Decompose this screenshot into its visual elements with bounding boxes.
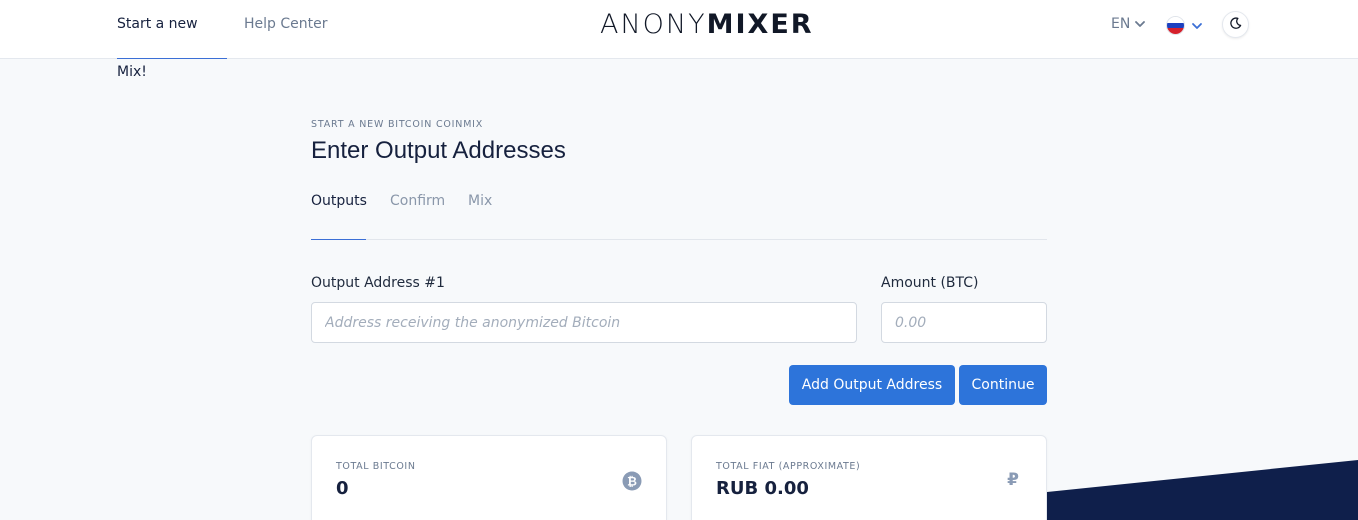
tab-mix[interactable]: Mix <box>468 193 492 240</box>
chevron-down-icon <box>1134 18 1146 30</box>
logo-bold-text: MIXER <box>706 9 814 40</box>
tab-outputs[interactable]: Outputs <box>311 193 367 240</box>
anonymixer-logo[interactable]: ANONYMIXER <box>600 9 814 40</box>
ruble-icon: ₽ <box>1005 469 1021 493</box>
total-bitcoin-card: TOTAL BITCOIN 0 ₿ <box>311 435 667 520</box>
total-fiat-value: RUB 0.00 <box>716 478 809 499</box>
svg-text:₽: ₽ <box>1007 470 1019 489</box>
page-eyebrow: START A NEW BITCOIN COINMIX <box>311 119 484 130</box>
continue-button[interactable]: Continue <box>959 365 1047 405</box>
top-header: Start a new Mix! Help Center ANONYMIXER … <box>0 0 1358 80</box>
amount-label: Amount (BTC) <box>881 275 979 291</box>
logo-light-text: ANONY <box>600 9 707 40</box>
add-output-address-button[interactable]: Add Output Address <box>789 365 955 405</box>
total-fiat-label: TOTAL FIAT (APPROXIMATE) <box>716 461 861 472</box>
total-bitcoin-label: TOTAL BITCOIN <box>336 461 416 472</box>
total-bitcoin-value: 0 <box>336 478 349 499</box>
step-tabs: Outputs Confirm Mix <box>311 190 1047 240</box>
currency-selector[interactable] <box>1166 16 1203 35</box>
page-title: Enter Output Addresses <box>311 137 566 164</box>
nav-start-new-mix[interactable]: Start a new Mix! <box>117 0 227 80</box>
nav-help-center[interactable]: Help Center <box>244 0 328 59</box>
svg-text:₿: ₿ <box>627 475 637 489</box>
theme-toggle-button[interactable] <box>1222 11 1249 38</box>
language-label: EN <box>1111 16 1131 32</box>
moon-icon <box>1229 15 1242 34</box>
tab-confirm[interactable]: Confirm <box>390 193 445 240</box>
bitcoin-icon: ₿ <box>622 471 642 495</box>
language-selector[interactable]: EN <box>1111 16 1146 32</box>
total-fiat-card: TOTAL FIAT (APPROXIMATE) RUB 0.00 ₽ <box>691 435 1047 520</box>
output-address-label: Output Address #1 <box>311 275 445 291</box>
chevron-down-icon <box>1191 20 1203 32</box>
russia-flag-icon <box>1166 16 1185 35</box>
output-address-input[interactable] <box>311 302 857 343</box>
amount-input[interactable] <box>881 302 1047 343</box>
navy-wedge-decoration <box>1047 460 1358 520</box>
